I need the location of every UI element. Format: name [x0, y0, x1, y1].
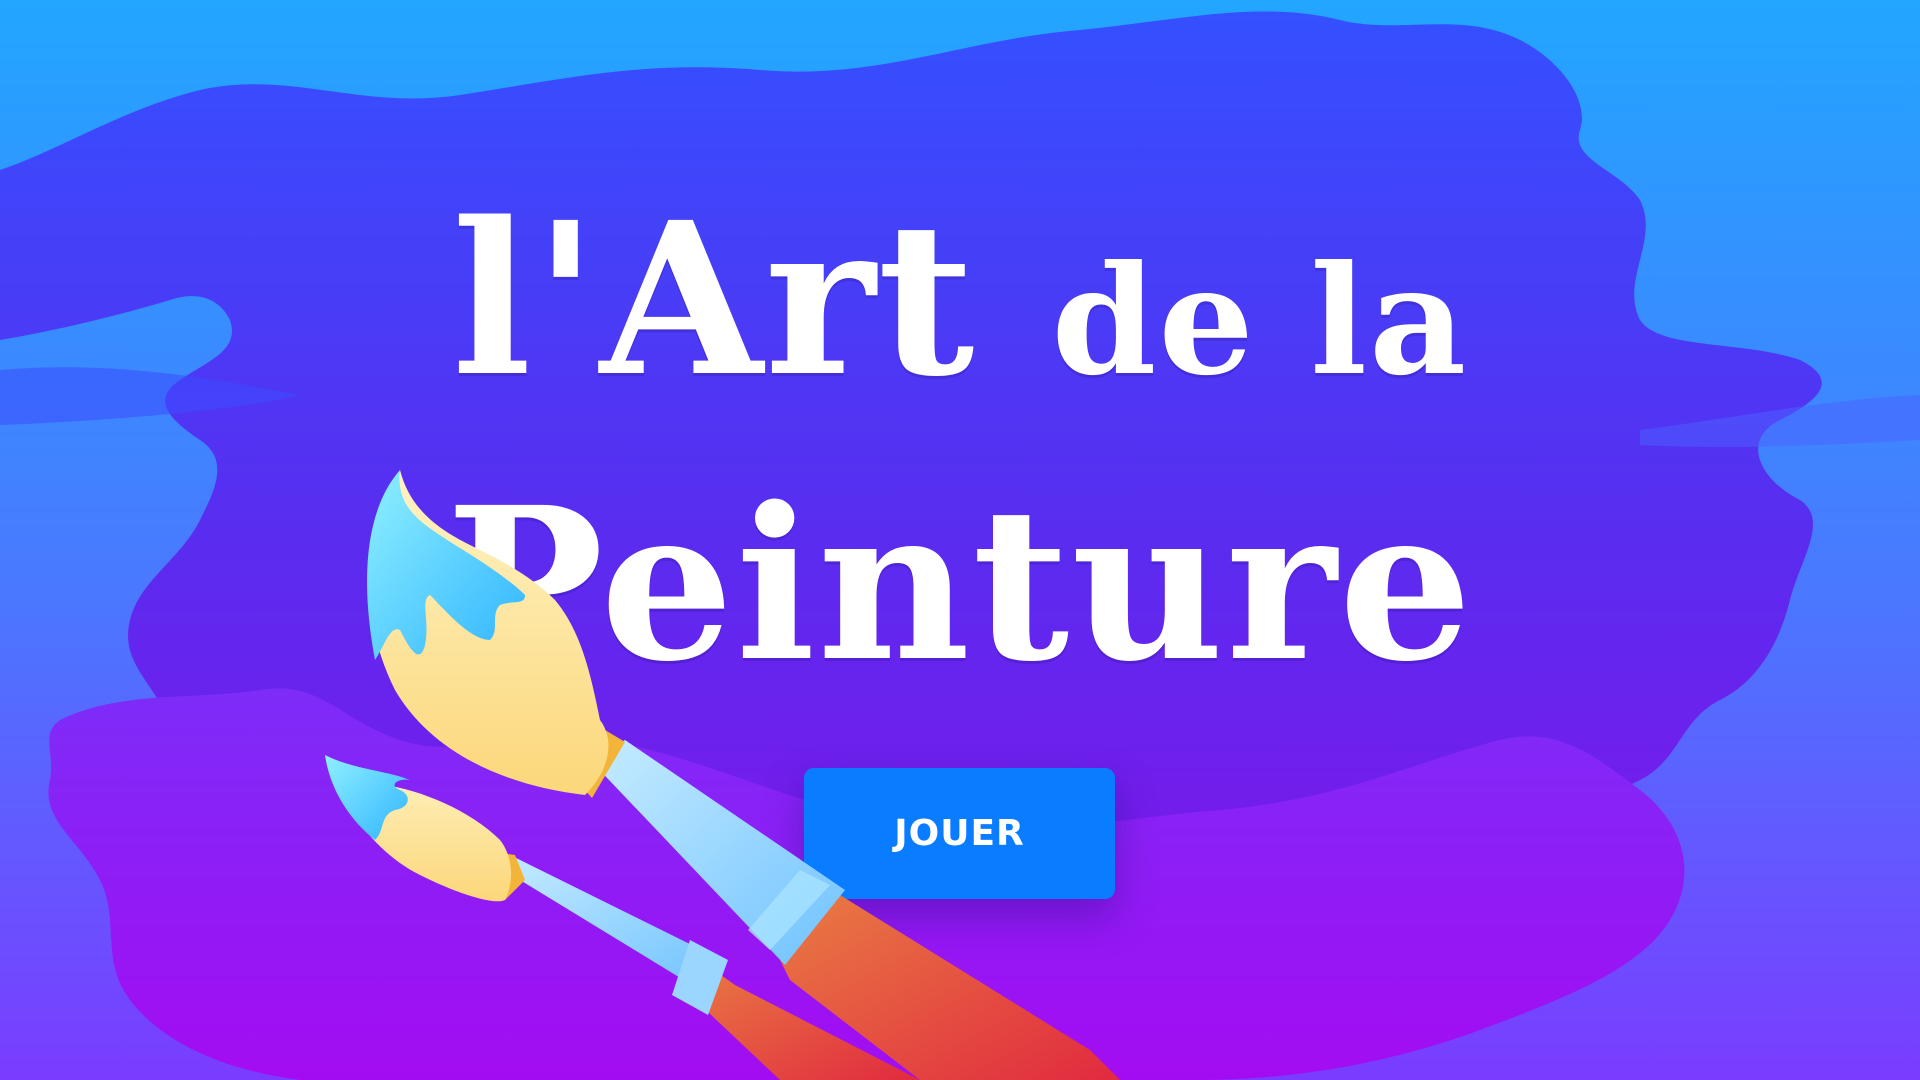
- play-button[interactable]: JOUER: [804, 768, 1115, 899]
- game-title-line-1: l'Art de la: [0, 170, 1920, 451]
- title-de-la: de la: [1051, 233, 1469, 409]
- game-title-line-2: Peinture: [445, 461, 1475, 708]
- title-art: l'Art: [451, 176, 977, 423]
- title-screen: l'Art de la Peinture JOUER: [0, 0, 1920, 1080]
